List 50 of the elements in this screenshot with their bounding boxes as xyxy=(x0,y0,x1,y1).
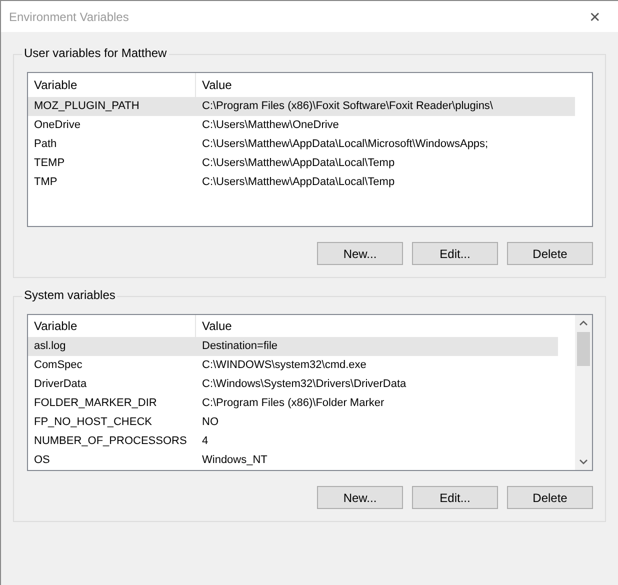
variable-name: FOLDER_MARKER_DIR xyxy=(33,396,158,411)
variable-value: C:\Users\Matthew\OneDrive xyxy=(201,118,340,133)
variable-row[interactable]: NUMBER_OF_PROCESSORS 4 xyxy=(28,432,558,451)
close-button[interactable]: ✕ xyxy=(572,1,618,32)
dialog-button[interactable]: Edit... xyxy=(412,242,498,265)
variable-name: MOZ_PLUGIN_PATH xyxy=(33,99,140,114)
window-title: Environment Variables xyxy=(9,10,129,24)
variable-row[interactable]: FP_NO_HOST_CHECK NO xyxy=(28,413,558,432)
variable-value: 4 xyxy=(201,434,210,449)
variable-name: TEMP xyxy=(33,156,66,171)
variable-name: DriverData xyxy=(33,377,88,392)
variable-row[interactable]: TEMP C:\Users\Matthew\AppData\Local\Temp xyxy=(28,154,575,173)
variable-name: NUMBER_OF_PROCESSORS xyxy=(33,434,188,449)
scrollbar[interactable] xyxy=(575,315,592,470)
variable-value: C:\Windows\System32\Drivers\DriverData xyxy=(201,377,408,392)
variable-name: OneDrive xyxy=(33,118,82,133)
variable-row[interactable]: FOLDER_MARKER_DIR C:\Program Files (x86)\Folder Marker xyxy=(28,394,558,413)
dialog-button[interactable]: New... xyxy=(317,486,403,509)
dialog-button[interactable]: Delete xyxy=(507,242,593,265)
variable-value: C:\WINDOWS\system32\cmd.exe xyxy=(201,358,368,373)
variable-name: OS xyxy=(33,453,51,468)
variable-row[interactable]: ComSpec C:\WINDOWS\system32\cmd.exe xyxy=(28,356,558,375)
variable-value: Windows_NT xyxy=(201,453,268,468)
variable-name: ComSpec xyxy=(33,358,84,373)
variable-row[interactable]: TMP C:\Users\Matthew\AppData\Local\Temp xyxy=(28,173,575,192)
variable-value: NO xyxy=(201,415,220,430)
variable-name: TMP xyxy=(33,175,58,190)
scrollbar-thumb[interactable] xyxy=(577,332,590,366)
dialog-button[interactable]: New... xyxy=(317,242,403,265)
variable-row[interactable]: OneDrive C:\Users\Matthew\OneDrive xyxy=(28,116,575,135)
variable-value: C:\Program Files (x86)\Folder Marker xyxy=(201,396,386,411)
dialog-button[interactable]: Delete xyxy=(507,486,593,509)
variable-value: C:\Program Files (x86)\Foxit Software\Foxit Reader\plugins\ xyxy=(201,99,494,114)
column-header[interactable]: Value xyxy=(196,73,575,97)
variable-value: Destination=file xyxy=(201,339,279,354)
variable-value: C:\Users\Matthew\AppData\Local\Microsoft\WindowsApps; xyxy=(201,137,490,152)
variable-name: Path xyxy=(33,137,58,152)
variable-row[interactable]: OS Windows_NT xyxy=(28,451,558,470)
variable-row[interactable]: asl.log Destination=file xyxy=(28,337,558,356)
variable-row[interactable]: Path C:\Users\Matthew\AppData\Local\Microsoft\WindowsApps; xyxy=(28,135,575,154)
dialog-button[interactable]: Edit... xyxy=(412,486,498,509)
variable-name: asl.log xyxy=(33,339,67,354)
variable-name: FP_NO_HOST_CHECK xyxy=(33,415,153,430)
group-title: System variables xyxy=(22,288,118,302)
variable-row[interactable]: DriverData C:\Windows\System32\Drivers\DriverData xyxy=(28,375,558,394)
group-title: User variables for Matthew xyxy=(22,46,169,60)
variable-value: C:\Users\Matthew\AppData\Local\Temp xyxy=(201,156,396,171)
column-header[interactable]: Value xyxy=(196,315,558,337)
variable-row[interactable]: MOZ_PLUGIN_PATH C:\Program Files (x86)\Foxit Software\Foxit Reader\plugins\ xyxy=(28,97,575,116)
variable-value: C:\Users\Matthew\AppData\Local\Temp xyxy=(201,175,396,190)
